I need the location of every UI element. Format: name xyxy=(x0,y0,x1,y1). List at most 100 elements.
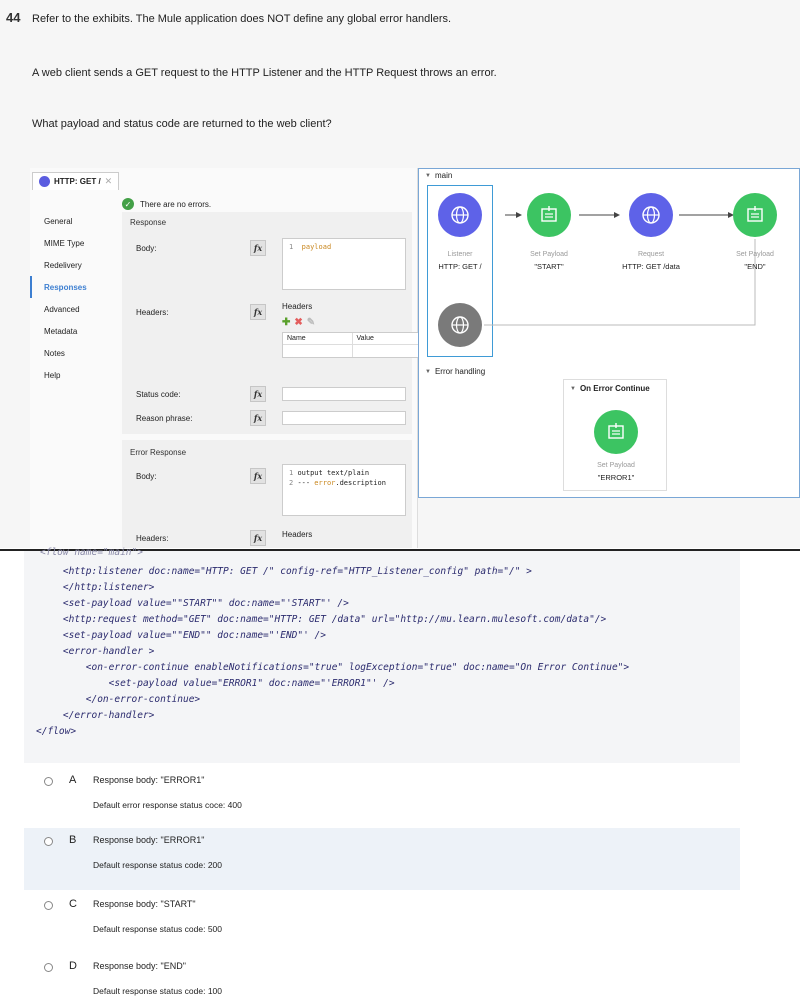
nav-item-mime-type[interactable]: MIME Type xyxy=(30,232,120,254)
set-payload-error-node[interactable] xyxy=(594,410,638,454)
globe-icon xyxy=(642,206,660,224)
set-payload-icon xyxy=(747,206,763,222)
option-letter: B xyxy=(69,834,77,846)
globe-icon xyxy=(451,206,469,224)
option-text-line-2: Default response status code: 200 xyxy=(93,860,222,870)
nav-item-notes[interactable]: Notes xyxy=(30,342,120,364)
xml-line-5: <http:request method="GET" doc:name="HTT… xyxy=(40,614,607,625)
fx-button[interactable]: fx xyxy=(250,386,266,402)
set-payload-start-node[interactable] xyxy=(527,193,571,237)
option-letter: C xyxy=(69,898,77,910)
headers-toolbar: ✚ ✖ ✎ xyxy=(282,317,422,328)
request-node[interactable] xyxy=(629,193,673,237)
globe-icon xyxy=(451,316,469,334)
radio-button[interactable] xyxy=(44,963,53,972)
error-response-section-title: Error Response xyxy=(130,448,187,457)
properties-nav: General MIME Type Redelivery Responses A… xyxy=(30,210,120,386)
radio-button[interactable] xyxy=(44,837,53,846)
response-headers-label: Headers: xyxy=(136,308,169,317)
xml-line-9: <set-payload value="ERROR1" doc:name="'E… xyxy=(40,678,395,689)
fx-button[interactable]: fx xyxy=(250,530,266,546)
table-cell[interactable] xyxy=(351,345,422,357)
reason-phrase-label: Reason phrase: xyxy=(136,414,193,423)
radio-button[interactable] xyxy=(44,901,53,910)
xml-line-7: <error-handler > xyxy=(40,646,155,657)
line-number: 1 xyxy=(289,469,294,477)
listener-node[interactable] xyxy=(438,193,482,237)
nav-item-advanced[interactable]: Advanced xyxy=(30,298,120,320)
error-body-line-2-suffix: .description xyxy=(335,479,386,487)
option-letter: A xyxy=(69,774,77,786)
column-header-value: Value xyxy=(351,333,422,344)
line-number: 2 xyxy=(289,479,294,487)
response-section-title: Response xyxy=(130,218,167,227)
option-a[interactable]: A Response body: "ERROR1" Default error … xyxy=(24,768,740,830)
error-headers-title: Headers xyxy=(282,530,313,539)
status-code-input[interactable] xyxy=(282,387,406,401)
listener-type: Listener xyxy=(447,251,473,258)
option-b[interactable]: B Response body: "ERROR1" Default respon… xyxy=(24,828,740,890)
xml-line-1: <flow name="main"> xyxy=(40,547,143,558)
xml-line-4: <set-payload value=""START"" doc:name="'… xyxy=(40,598,349,609)
xml-line-12: </flow> xyxy=(36,726,77,737)
set-payload-start-name: "START" xyxy=(534,262,564,271)
on-error-label: ▼ On Error Continue xyxy=(570,384,650,393)
fx-button[interactable]: fx xyxy=(250,240,266,256)
xml-line-10: </on-error-continue> xyxy=(40,694,201,705)
collapse-triangle-icon[interactable]: ▼ xyxy=(425,369,431,375)
add-icon[interactable]: ✚ xyxy=(282,317,290,328)
nav-item-responses[interactable]: Responses xyxy=(30,276,120,298)
set-payload-error-type: Set Payload xyxy=(597,462,635,469)
option-letter: D xyxy=(69,960,77,972)
option-text-line-2: Default response status code: 500 xyxy=(93,924,222,934)
response-headers-block: Headers ✚ ✖ ✎ Name Value xyxy=(282,302,422,358)
error-handling-label: ▼ Error handling xyxy=(425,367,485,376)
option-c[interactable]: C Response body: "START" Default respons… xyxy=(24,892,740,954)
headers-title: Headers xyxy=(282,302,313,311)
error-body-editor[interactable]: 1 output text/plain 2 --- error.descript… xyxy=(282,464,406,516)
question-number: 44 xyxy=(6,10,21,25)
set-payload-end-node[interactable] xyxy=(733,193,777,237)
nav-item-help[interactable]: Help xyxy=(30,364,120,386)
error-response-section: Error Response Body: fx 1 output text/pl… xyxy=(122,440,412,548)
line-number: 1 xyxy=(289,243,294,251)
xml-line-8: <on-error-continue enableNotifications="… xyxy=(40,662,630,673)
nav-item-redelivery[interactable]: Redelivery xyxy=(30,254,120,276)
properties-tab[interactable]: HTTP: GET / ✕ xyxy=(32,172,120,190)
set-payload-start-type: Set Payload xyxy=(530,251,568,258)
request-name: HTTP: GET /data xyxy=(622,262,680,271)
radio-button[interactable] xyxy=(44,777,53,786)
xml-line-11: </error-handler> xyxy=(40,710,155,721)
fx-button[interactable]: fx xyxy=(250,468,266,484)
status-code-label: Status code: xyxy=(136,390,181,399)
delete-icon[interactable]: ✖ xyxy=(294,317,302,328)
xml-line-2: <http:listener doc:name="HTTP: GET /" co… xyxy=(40,566,532,577)
option-text-line-1: Response body: "ERROR1" xyxy=(93,835,205,845)
nav-item-metadata[interactable]: Metadata xyxy=(30,320,120,342)
option-d[interactable]: D Response body: "END" Default response … xyxy=(24,954,740,1000)
check-icon: ✓ xyxy=(122,198,134,210)
xml-line-6: <set-payload value=""END"" doc:name="'EN… xyxy=(40,630,326,641)
nav-item-general[interactable]: General xyxy=(30,210,120,232)
reason-phrase-input[interactable] xyxy=(282,411,406,425)
question-line-1: Refer to the exhibits. The Mule applicat… xyxy=(32,13,452,25)
fx-button[interactable]: fx xyxy=(250,410,266,426)
set-payload-icon xyxy=(541,206,557,222)
listener-name: HTTP: GET / xyxy=(438,262,482,271)
question-line-3: What payload and status code are returne… xyxy=(32,118,332,130)
column-header-name: Name xyxy=(287,335,306,342)
flow-canvas: ▼ main Listener HTTP: GET / Set Payload … xyxy=(418,168,800,498)
properties-panel: HTTP: GET / ✕ ✓ There are no errors. Gen… xyxy=(30,168,422,548)
request-type: Request xyxy=(637,251,665,258)
response-body-code: payload xyxy=(301,243,332,251)
on-error-continue-scope[interactable]: ▼ On Error Continue Set Payload "ERROR1" xyxy=(563,379,667,491)
close-icon[interactable]: ✕ xyxy=(105,176,113,187)
response-body-editor[interactable]: 1 payload xyxy=(282,238,406,290)
table-cell[interactable] xyxy=(283,345,352,357)
fx-button[interactable]: fx xyxy=(250,304,266,320)
globe-icon xyxy=(39,176,50,187)
set-payload-end-name: "END" xyxy=(744,262,766,271)
collapse-triangle-icon[interactable]: ▼ xyxy=(570,386,576,392)
question-line-2: A web client sends a GET request to the … xyxy=(32,67,497,79)
source-placeholder-node[interactable] xyxy=(438,303,482,347)
